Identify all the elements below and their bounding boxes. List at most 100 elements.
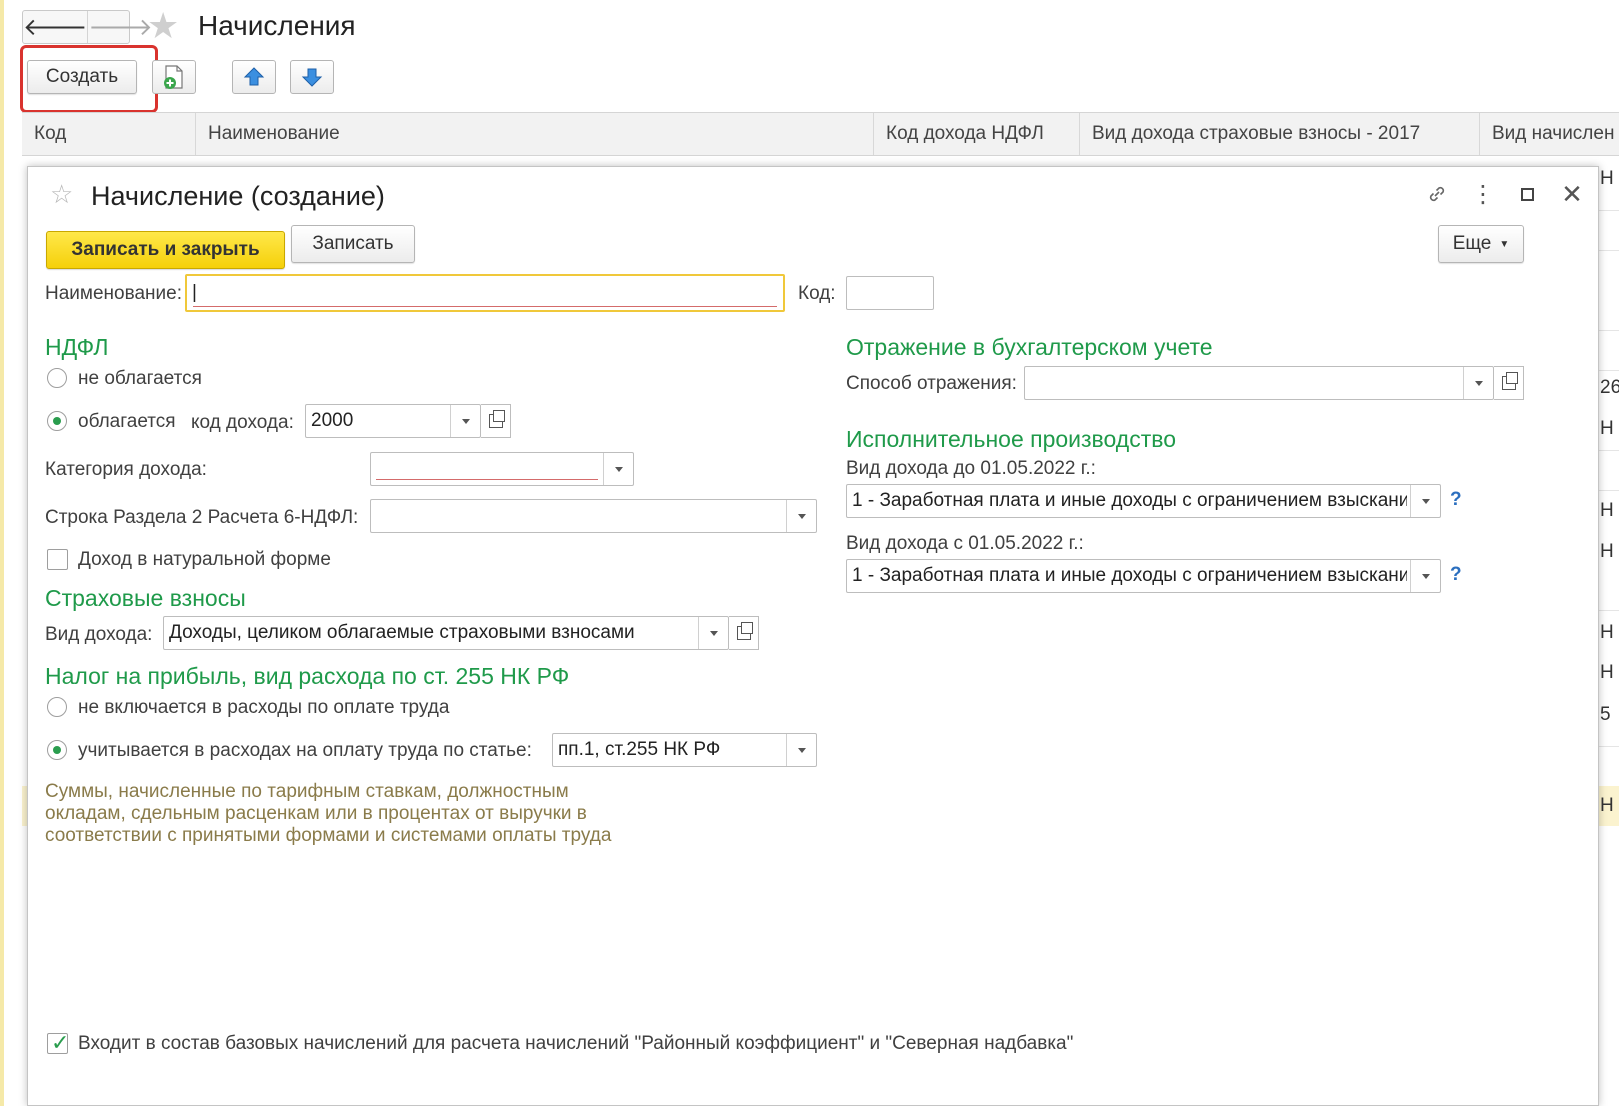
maximize-icon[interactable] — [1512, 179, 1542, 209]
dropdown-arrow-icon[interactable] — [1410, 485, 1440, 517]
profit-not-included-label[interactable]: не включается в расходы по оплате труда — [78, 697, 449, 719]
ndfl-taxed-label[interactable]: облагается — [78, 411, 176, 433]
name-input[interactable]: | — [185, 274, 785, 312]
checkmark-icon: ✓ — [51, 1030, 70, 1055]
dropdown-arrow-icon[interactable] — [450, 405, 480, 437]
profit-not-included-radio[interactable] — [47, 697, 67, 717]
profit-article-select[interactable]: пп.1, ст.255 НК РФ — [552, 733, 817, 767]
history-nav: 🡐 🡒 — [22, 10, 153, 44]
insurance-income-type-value: Доходы, целиком облагаемые страховыми вз… — [169, 622, 635, 643]
list-cell: Н — [1600, 541, 1614, 562]
close-icon[interactable]: ✕ — [1557, 179, 1587, 209]
move-up-button[interactable] — [232, 60, 276, 94]
accounting-section-title: Отражение в бухгалтерском учете — [846, 334, 1213, 360]
accounting-method-select[interactable] — [1024, 366, 1494, 400]
column-header-name[interactable]: Наименование — [196, 113, 874, 155]
back-button[interactable]: 🡐 — [23, 11, 87, 43]
enforcement-after-select[interactable]: 1 - Заработная плата и иные доходы с огр… — [846, 559, 1441, 593]
line-6ndfl-label: Строка Раздела 2 Расчета 6-НДФЛ: — [45, 507, 359, 528]
column-header-insurance-type[interactable]: Вид дохода страховые взносы - 2017 — [1080, 113, 1480, 155]
dropdown-arrow-icon[interactable] — [603, 453, 633, 485]
income-code-open-button[interactable] — [481, 404, 511, 438]
enforcement-before-label: Вид дохода до 01.05.2022 г.: — [846, 458, 1096, 479]
accounting-open-button[interactable] — [1494, 366, 1524, 400]
copy-button[interactable] — [152, 60, 196, 94]
profit-article-value: пп.1, ст.255 НК РФ — [558, 739, 721, 760]
enforcement-before-select[interactable]: 1 - Заработная плата и иные доходы с огр… — [846, 484, 1441, 518]
income-category-select[interactable] — [370, 452, 634, 486]
dropdown-arrow-icon[interactable] — [786, 500, 816, 532]
enforcement-after-label: Вид дохода с 01.05.2022 г.: — [846, 533, 1084, 554]
income-category-label: Категория дохода: — [45, 459, 207, 480]
list-cell: Н — [1600, 500, 1614, 521]
add-document-icon — [164, 65, 183, 89]
open-window-icon — [1501, 372, 1518, 390]
forward-button[interactable]: 🡒 — [87, 11, 153, 43]
profit-article-note: Суммы, начисленные по тарифным ставкам, … — [45, 781, 612, 846]
open-window-icon — [488, 410, 505, 428]
dropdown-arrow-icon[interactable] — [1463, 367, 1493, 399]
insurance-section-title: Страховые взносы — [45, 585, 246, 611]
open-window-icon — [736, 622, 753, 640]
left-accent-strip — [0, 0, 4, 1106]
ndfl-not-taxed-radio[interactable] — [47, 368, 67, 388]
name-input-value: | — [192, 282, 197, 303]
dropdown-arrow-icon[interactable] — [1410, 560, 1440, 592]
list-cell: 5 — [1600, 704, 1611, 725]
income-code-label: код дохода: — [191, 412, 294, 433]
base-accruals-label[interactable]: Входит в состав базовых начислений для р… — [78, 1033, 1073, 1055]
list-cell: Н — [1600, 662, 1614, 683]
dropdown-arrow-icon[interactable] — [698, 617, 728, 649]
help-icon[interactable]: ? — [1450, 564, 1462, 586]
accrual-create-dialog: ☆ Начисление (создание) ⋮ ✕ Записать и з… — [27, 166, 1599, 1106]
dropdown-arrow-icon[interactable] — [786, 734, 816, 766]
more-actions-button[interactable]: Еще ▼ — [1438, 225, 1524, 263]
base-accruals-checkbox[interactable]: ✓ — [47, 1030, 70, 1055]
page-title: Начисления — [198, 10, 356, 41]
favorite-star-icon[interactable]: ☆ — [50, 179, 73, 210]
profit-included-radio[interactable] — [47, 740, 67, 760]
list-cell: Н — [1600, 418, 1614, 439]
dialog-title: Начисление (создание) — [91, 181, 385, 211]
natural-form-label[interactable]: Доход в натуральной форме — [78, 549, 331, 571]
column-header-accrual-type[interactable]: Вид начислен — [1480, 113, 1619, 155]
income-code-value: 2000 — [311, 410, 354, 431]
natural-form-checkbox[interactable] — [47, 549, 68, 570]
save-button[interactable]: Записать — [291, 225, 415, 263]
code-input[interactable] — [846, 276, 934, 310]
profit-included-label[interactable]: учитывается в расходах на оплату труда п… — [78, 740, 532, 762]
list-header: Код Наименование Код дохода НДФЛ Вид дох… — [22, 112, 1619, 156]
help-icon[interactable]: ? — [1450, 489, 1462, 511]
list-cell: Н — [1600, 168, 1614, 189]
code-label: Код: — [798, 283, 836, 304]
link-glyph — [1429, 186, 1445, 202]
enforcement-after-value: 1 - Заработная плата и иные доходы с огр… — [852, 565, 1407, 586]
line-6ndfl-select[interactable] — [370, 499, 817, 533]
link-icon[interactable] — [1422, 179, 1452, 209]
move-down-button[interactable] — [290, 60, 334, 94]
create-button-highlight — [20, 45, 158, 113]
accounting-method-label: Способ отражения: — [846, 373, 1017, 394]
insurance-open-button[interactable] — [729, 616, 759, 650]
column-header-code[interactable]: Код — [22, 113, 196, 155]
enforcement-before-value: 1 - Заработная плата и иные доходы с огр… — [852, 490, 1407, 511]
more-vertical-icon[interactable]: ⋮ — [1468, 179, 1498, 209]
insurance-income-type-label: Вид дохода: — [45, 624, 153, 645]
column-header-ndfl-code[interactable]: Код дохода НДФЛ — [874, 113, 1080, 155]
ndfl-section-title: НДФЛ — [45, 334, 109, 360]
name-label: Наименование: — [45, 283, 182, 304]
insurance-income-type-select[interactable]: Доходы, целиком облагаемые страховыми вз… — [163, 616, 729, 650]
income-code-select[interactable]: 2000 — [305, 404, 481, 438]
list-cell: Н — [1600, 622, 1614, 643]
favorite-star-icon[interactable]: ★ — [147, 8, 179, 44]
arrow-down-icon — [301, 68, 323, 87]
chevron-down-icon: ▼ — [1499, 238, 1510, 250]
ndfl-taxed-radio[interactable] — [47, 411, 67, 431]
save-and-close-button[interactable]: Записать и закрыть — [46, 231, 285, 269]
list-cell: Н — [1600, 795, 1614, 816]
profit-tax-section-title: Налог на прибыль, вид расхода по ст. 255… — [45, 663, 570, 689]
list-cell: 26 — [1600, 377, 1619, 398]
enforcement-section-title: Исполнительное производство — [846, 426, 1177, 452]
ndfl-not-taxed-label[interactable]: не облагается — [78, 368, 202, 390]
more-actions-label: Еще — [1452, 233, 1492, 254]
